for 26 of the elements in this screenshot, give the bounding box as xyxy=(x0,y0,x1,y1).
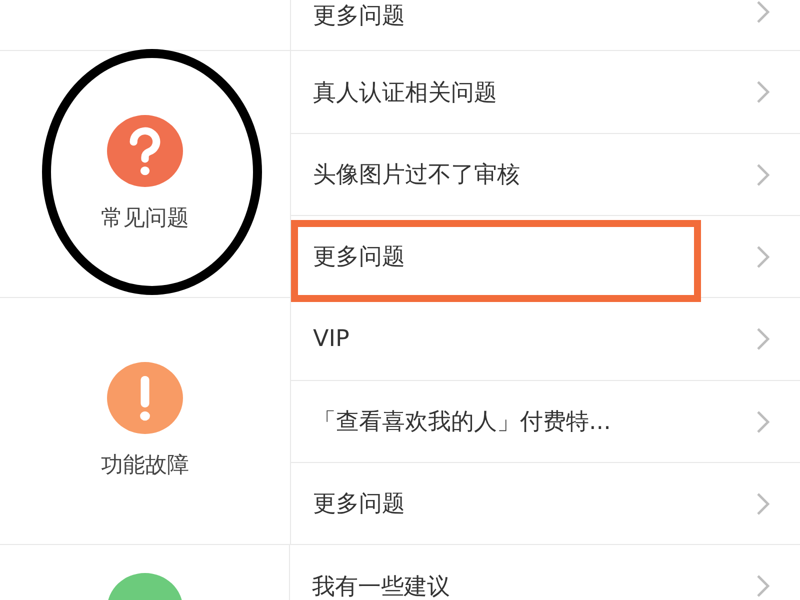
list-item[interactable]: 「查看喜欢我的人」付费特... xyxy=(291,381,800,462)
item-label: 头像图片过不了审核 xyxy=(313,161,520,190)
item-label: 更多问题 xyxy=(313,490,405,519)
item-label: 真人认证相关问题 xyxy=(313,78,497,108)
list-item[interactable]: 更多问题 xyxy=(291,0,800,50)
chevron-right-icon xyxy=(756,162,770,186)
category-label: 功能故障 xyxy=(101,452,189,480)
chevron-right-icon xyxy=(756,492,770,516)
list-item[interactable]: VIP xyxy=(291,298,800,380)
item-label: VIP xyxy=(313,326,350,352)
list-item[interactable]: 更多问题 xyxy=(291,463,800,544)
item-label: 「查看喜欢我的人」付费特... xyxy=(313,408,611,437)
chevron-right-icon xyxy=(756,0,770,24)
category-label: 常见问题 xyxy=(101,205,189,233)
list-item[interactable]: 更多问题 xyxy=(291,216,800,297)
item-label: 我有一些建议 xyxy=(312,572,450,600)
chevron-right-icon xyxy=(756,244,770,268)
list-item[interactable]: 真人认证相关问题 xyxy=(291,51,800,133)
list-item[interactable]: 我有一些建议 xyxy=(290,545,800,600)
chevron-right-icon xyxy=(756,80,770,104)
item-label: 更多问题 xyxy=(313,2,405,31)
chevron-right-icon xyxy=(756,574,770,598)
list-item[interactable]: 头像图片过不了审核 xyxy=(291,134,800,215)
chevron-right-icon xyxy=(756,410,770,434)
item-label: 更多问题 xyxy=(313,243,405,272)
chevron-right-icon xyxy=(756,327,770,351)
